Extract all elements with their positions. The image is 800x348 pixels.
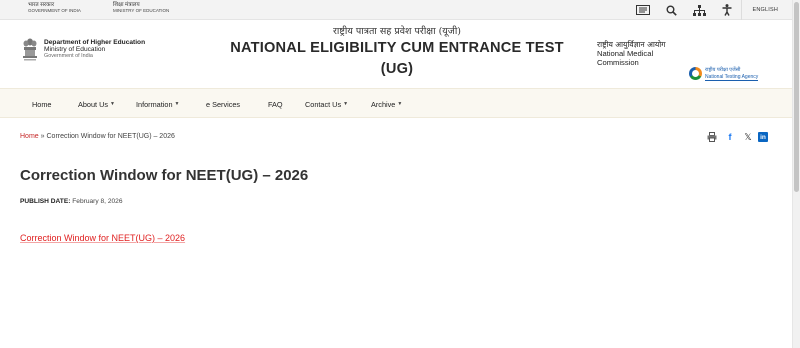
linkedin-icon[interactable]: in [758,132,768,142]
language-selector[interactable]: ENGLISH [741,0,784,20]
sitemap-icon[interactable] [685,0,713,20]
page-title: Correction Window for NEET(UG) – 2026 [20,167,309,184]
chevron-down-icon: ▼ [110,101,115,107]
nav-faq[interactable]: FAQ [268,89,283,119]
accessibility-icon[interactable] [713,0,741,20]
breadcrumb-separator: » [40,133,45,140]
nav-home[interactable]: Home [32,89,51,119]
document-link[interactable]: Correction Window for NEET(UG) – 2026 [20,233,185,243]
breadcrumb: Home » Correction Window for NEET(UG) – … [20,133,175,140]
nav-archive[interactable]: Archive ▼ [371,89,402,119]
print-icon[interactable] [704,130,720,144]
publish-date: PUBLISH DATE: February 8, 2026 [20,198,123,205]
publish-date-label: PUBLISH DATE: [20,198,71,205]
breadcrumb-current: Correction Window for NEET(UG) – 2026 [46,133,175,140]
nav-about-us[interactable]: About Us ▼ [78,89,115,119]
x-icon[interactable]: 𝕏 [740,130,756,144]
title-line-2: (UG) [380,61,414,77]
main-nav: Home About Us ▼ Information ▼ e Services F… [0,88,792,118]
facebook-icon[interactable]: f [722,130,738,144]
top-bar: भारत सरकार GOVERNMENT OF INDIA शिक्षा मं… [0,0,792,20]
national-emblem-icon [22,37,38,63]
chevron-down-icon: ▼ [397,101,403,107]
title-line-1: NATIONAL ELIGIBILITY CUM ENTRANCE TEST [230,40,564,56]
title-hindi: राष्ट्रीय पात्रता सह प्रवेश परीक्षा (यूज… [333,26,461,37]
chevron-down-icon: ▼ [174,101,180,107]
nav-information[interactable]: Information ▼ [136,89,179,119]
breadcrumb-home[interactable]: Home [20,133,39,140]
share-icons: f 𝕏 in [702,130,768,144]
publish-date-value: February 8, 2026 [72,198,123,205]
site-header: Department of Higher Education Ministry … [0,21,792,87]
gov-india-label[interactable]: भारत सरकार GOVERNMENT OF INDIA [28,2,81,14]
nta-logo[interactable]: राष्ट्रीय परीक्षा एजेंसी National Testin… [689,65,773,83]
top-utility-icons: ENGLISH [629,0,784,20]
chevron-down-icon: ▼ [343,101,349,107]
dept-name: Department of Higher Education [44,39,146,46]
vertical-scrollbar[interactable] [792,0,800,348]
department-block[interactable]: Department of Higher Education Ministry … [44,39,145,61]
ministry-label[interactable]: शिक्षा मंत्रालय MINISTRY OF EDUCATION [113,2,169,14]
nav-contact-us[interactable]: Contact Us ▼ [305,89,348,119]
site-title[interactable]: राष्ट्रीय पात्रता सह प्रवेश परीक्षा (यूज… [222,25,572,80]
ministry-name: Ministry of Education [44,46,106,54]
nav-e-services[interactable]: e Services [206,89,240,119]
scrollbar-thumb[interactable] [794,2,799,192]
gov-name: Government of India [44,53,93,60]
search-icon[interactable] [657,0,685,20]
nta-emblem-icon [689,67,702,80]
skip-to-content-icon[interactable] [629,0,657,20]
nmc-logo[interactable]: राष्ट्रीय आयुर्विज्ञान आयोग National Med… [597,40,666,68]
